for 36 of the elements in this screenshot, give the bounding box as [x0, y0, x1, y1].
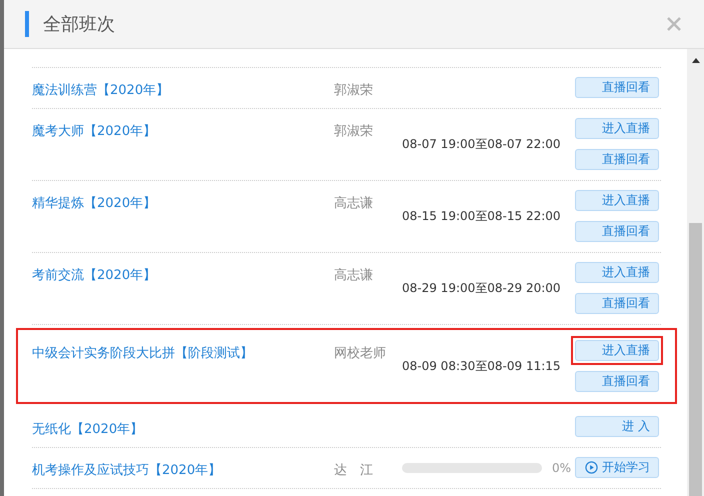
class-name-link[interactable]: 机考操作及应试技巧【2020年】 — [32, 455, 334, 479]
start-study-button[interactable]: 开始学习 — [575, 457, 659, 478]
class-name-link[interactable]: 无纸化【2020年】 — [32, 414, 334, 438]
class-name-link[interactable]: 中级会计实务阶段大比拼【阶段测试】 — [32, 338, 334, 362]
action-button[interactable]: 直播回看 — [575, 77, 659, 98]
schedule-time: 08-09 08:30至08-09 11:15 — [402, 358, 561, 374]
class-name-link[interactable]: 魔法训练营【2020年】 — [32, 75, 334, 99]
dialog-title: 全部班次 — [43, 13, 116, 36]
action-button[interactable]: 直播回看 — [575, 221, 659, 242]
action-button[interactable]: 进入直播 — [575, 262, 659, 283]
class-name-link[interactable]: 考前交流【2020年】 — [32, 260, 334, 284]
teacher-name: 郭淑荣 — [334, 83, 373, 98]
scrollbar[interactable] — [687, 49, 704, 496]
schedule-time: 08-07 19:00至08-07 22:00 — [402, 136, 561, 152]
action-button[interactable]: 进入直播 — [575, 340, 659, 361]
class-name-link[interactable]: 精华提炼【2020年】 — [32, 188, 334, 212]
teacher-name: 高志谦 — [334, 268, 373, 283]
close-icon[interactable] — [666, 16, 682, 32]
accent-bar — [25, 11, 29, 37]
class-name-link[interactable]: 魔考大师【2020年】 — [32, 116, 334, 140]
teacher-name: 达 江 — [334, 463, 373, 478]
teacher-name: 高志谦 — [334, 196, 373, 211]
scrollbar-thumb[interactable] — [689, 223, 702, 496]
progress-percent: 0% — [552, 460, 571, 474]
action-button[interactable]: 直播回看 — [575, 371, 659, 392]
action-button[interactable]: 进 入 — [575, 416, 659, 437]
action-button[interactable]: 直播回看 — [575, 149, 659, 170]
teacher-name: 网校老师 — [334, 346, 386, 361]
action-button[interactable]: 进入直播 — [575, 190, 659, 211]
schedule-time: 08-15 19:00至08-15 22:00 — [402, 208, 561, 224]
schedule-time: 08-29 19:00至08-29 20:00 — [402, 280, 561, 296]
teacher-name: 郭淑荣 — [334, 124, 373, 139]
action-button[interactable]: 直播回看 — [575, 293, 659, 314]
action-button[interactable]: 进入直播 — [575, 118, 659, 139]
scroll-up-icon[interactable] — [692, 57, 700, 63]
play-icon — [585, 461, 598, 474]
